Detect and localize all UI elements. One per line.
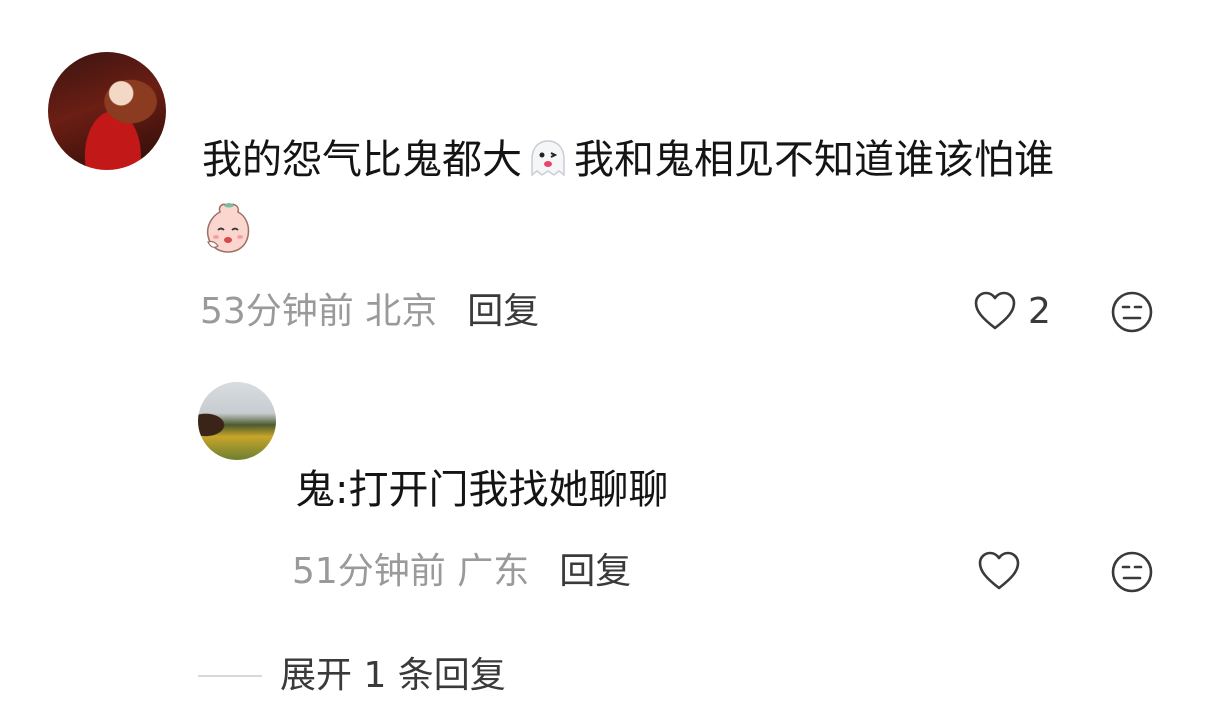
expand-replies-label: 展开 1 条回复 — [280, 655, 506, 696]
divider — [198, 675, 262, 677]
like-count: 2 — [1028, 290, 1051, 332]
comment-time-location: 53分钟前 北京 — [200, 291, 438, 332]
expand-replies-button[interactable]: 展开 1 条回复 — [198, 654, 506, 698]
replier-avatar[interactable] — [198, 382, 276, 460]
comment-thread: 我的怨气比鬼都大 我和鬼相见不知道谁该怕谁 53分钟前 北京 回复 2 鬼:打开门… — [0, 0, 1224, 726]
comment-text: 我的怨气比鬼都大 我和鬼相见不知道谁该怕谁 — [202, 132, 1054, 188]
comment-meta: 53分钟前 北京 回复 — [200, 290, 539, 334]
like-button[interactable]: 2 — [972, 290, 1051, 332]
reply-like-button[interactable] — [976, 550, 1022, 592]
commenter-avatar[interactable] — [48, 52, 166, 170]
reply-time-location: 51分钟前 广东 — [292, 551, 530, 592]
comment-text-part1: 我的怨气比鬼都大 — [202, 137, 522, 183]
reply-button[interactable]: 回复 — [467, 291, 539, 332]
heart-outline-icon — [974, 291, 1016, 330]
heart-outline-icon — [978, 551, 1020, 590]
comment-text-part2: 我和鬼相见不知道谁该怕谁 — [574, 137, 1054, 183]
reply-meta: 51分钟前 广东 回复 — [292, 550, 631, 594]
reply-text: 鬼:打开门我找她聊聊 — [295, 467, 669, 513]
meh-face-icon[interactable] — [1110, 290, 1154, 334]
reply-to-reply-button[interactable]: 回复 — [559, 551, 631, 592]
sad-peach-emoji-icon — [206, 203, 250, 253]
ghost-emoji-icon — [531, 140, 565, 177]
meh-face-icon[interactable] — [1110, 550, 1154, 594]
